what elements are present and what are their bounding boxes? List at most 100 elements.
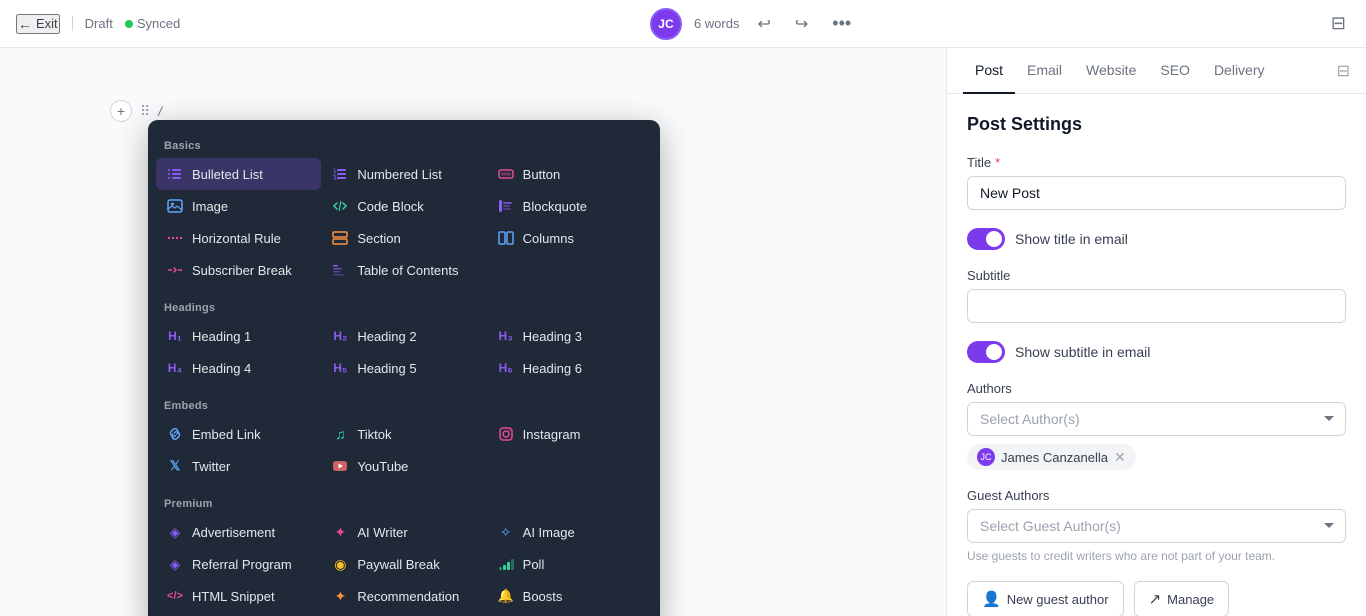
add-block-button[interactable]: + <box>110 100 132 122</box>
title-field-group: Title * <box>967 155 1346 210</box>
title-input[interactable] <box>967 176 1346 210</box>
embeds-grid: Embed Link ♫ Tiktok Instagram 𝕏 Twitter <box>148 418 660 482</box>
block-ai-image[interactable]: ✧ AI Image <box>487 516 652 548</box>
manage-icon: ↗ <box>1149 590 1162 608</box>
block-twitter[interactable]: 𝕏 Twitter <box>156 450 321 482</box>
redo-button[interactable]: ↪ <box>789 10 814 38</box>
h2-icon: H₂ <box>331 327 349 345</box>
tab-email[interactable]: Email <box>1015 48 1074 94</box>
editor-area[interactable]: + ⠿ / Basics Bulleted List 1.2.3. N <box>0 48 946 616</box>
heading-2-label: Heading 2 <box>357 329 416 344</box>
instagram-icon <box>497 425 515 443</box>
block-instagram[interactable]: Instagram <box>487 418 652 450</box>
referral-label: Referral Program <box>192 557 292 572</box>
synced-label: Synced <box>137 16 180 31</box>
block-heading-3[interactable]: H₃ Heading 3 <box>487 320 652 352</box>
recommendation-icon: ✦ <box>331 587 349 605</box>
block-ai-writer[interactable]: ✦ AI Writer <box>321 516 486 548</box>
paywall-label: Paywall Break <box>357 557 439 572</box>
block-heading-1[interactable]: H₁ Heading 1 <box>156 320 321 352</box>
tab-delivery[interactable]: Delivery <box>1202 48 1277 94</box>
drag-handle-icon[interactable]: ⠿ <box>140 103 150 120</box>
toc-label: Table of Contents <box>357 263 458 278</box>
block-boosts[interactable]: 🔔 Boosts <box>487 580 652 612</box>
panel-collapse-button[interactable]: ⊟ <box>1337 61 1350 81</box>
embed-link-icon <box>166 425 184 443</box>
manage-button[interactable]: ↗ Manage <box>1134 581 1230 616</box>
block-columns[interactable]: Columns <box>487 222 652 254</box>
authors-field-group: Authors Select Author(s) JC James Canzan… <box>967 381 1346 470</box>
more-button[interactable]: ••• <box>826 9 857 38</box>
subscriber-break-icon <box>166 261 184 279</box>
show-subtitle-toggle-row: Show subtitle in email <box>967 341 1346 363</box>
block-youtube[interactable]: YouTube <box>321 450 486 482</box>
block-section[interactable]: Section <box>321 222 486 254</box>
button-label: Button <box>523 167 561 182</box>
block-heading-2[interactable]: H₂ Heading 2 <box>321 320 486 352</box>
block-advertisement[interactable]: ◈ Advertisement <box>156 516 321 548</box>
block-paywall[interactable]: ◉ Paywall Break <box>321 548 486 580</box>
new-guest-author-button[interactable]: 👤 New guest author <box>967 581 1124 616</box>
topbar-right: ⊟ <box>1327 9 1350 38</box>
block-recommendation[interactable]: ✦ Recommendation <box>321 580 486 612</box>
block-poll[interactable]: Poll <box>487 548 652 580</box>
html-snippet-icon: </> <box>166 587 184 605</box>
block-referral[interactable]: ◈ Referral Program <box>156 548 321 580</box>
button-block-icon <box>497 165 515 183</box>
block-tiktok[interactable]: ♫ Tiktok <box>321 418 486 450</box>
block-numbered-list[interactable]: 1.2.3. Numbered List <box>321 158 486 190</box>
block-image[interactable]: Image <box>156 190 321 222</box>
html-snippet-label: HTML Snippet <box>192 589 275 604</box>
tiktok-icon: ♫ <box>331 425 349 443</box>
bulleted-list-icon <box>166 165 184 183</box>
new-guest-author-label: New guest author <box>1007 592 1109 607</box>
author-avatar: JC <box>977 448 995 466</box>
topbar-center: JC 6 words ↩ ↪ ••• <box>650 8 857 40</box>
poll-icon <box>497 555 515 573</box>
show-title-toggle[interactable] <box>967 228 1005 250</box>
exit-button[interactable]: ← Exit <box>16 14 60 34</box>
panel-tabs: Post Email Website SEO Delivery ⊟ <box>947 48 1366 94</box>
manage-label: Manage <box>1167 592 1214 607</box>
numbered-list-label: Numbered List <box>357 167 442 182</box>
guest-authors-field-group: Guest Authors Select Guest Author(s) Use… <box>967 488 1346 563</box>
block-embed-link[interactable]: Embed Link <box>156 418 321 450</box>
authors-select[interactable]: Select Author(s) <box>967 402 1346 436</box>
youtube-label: YouTube <box>357 459 408 474</box>
block-bulleted-list[interactable]: Bulleted List <box>156 158 321 190</box>
guest-authors-label: Guest Authors <box>967 488 1346 503</box>
twitter-label: Twitter <box>192 459 230 474</box>
block-code[interactable]: Code Block <box>321 190 486 222</box>
right-panel: Post Email Website SEO Delivery ⊟ Post S… <box>946 48 1366 616</box>
tab-post[interactable]: Post <box>963 48 1015 94</box>
block-heading-4[interactable]: H₄ Heading 4 <box>156 352 321 384</box>
embed-link-label: Embed Link <box>192 427 261 442</box>
premium-grid: ◈ Advertisement ✦ AI Writer ✧ AI Image ◈… <box>148 516 660 612</box>
block-heading-6[interactable]: H₆ Heading 6 <box>487 352 652 384</box>
block-toc[interactable]: Table of Contents <box>321 254 486 286</box>
add-person-icon: 👤 <box>982 590 1001 608</box>
block-subscriber-break[interactable]: Subscriber Break <box>156 254 321 286</box>
author-remove-button[interactable]: ✕ <box>1114 450 1126 464</box>
undo-button[interactable]: ↩ <box>751 10 776 38</box>
block-blockquote[interactable]: Blockquote <box>487 190 652 222</box>
action-buttons: 👤 New guest author ↗ Manage <box>967 581 1346 616</box>
collapse-panel-button[interactable]: ⊟ <box>1327 9 1350 38</box>
tab-website[interactable]: Website <box>1074 48 1148 94</box>
block-html-snippet[interactable]: </> HTML Snippet <box>156 580 321 612</box>
guest-authors-select[interactable]: Select Guest Author(s) <box>967 509 1346 543</box>
synced-dot-icon <box>125 20 133 28</box>
show-subtitle-toggle[interactable] <box>967 341 1005 363</box>
twitter-icon: 𝕏 <box>166 457 184 475</box>
panel-body: Post Settings Title * Show title in emai… <box>947 94 1366 616</box>
headings-grid: H₁ Heading 1 H₂ Heading 2 H₃ Heading 3 H… <box>148 320 660 384</box>
block-horizontal-rule[interactable]: Horizontal Rule <box>156 222 321 254</box>
h5-icon: H₅ <box>331 359 349 377</box>
block-type-dropdown[interactable]: Basics Bulleted List 1.2.3. Numbered Lis… <box>148 120 660 616</box>
tab-seo[interactable]: SEO <box>1148 48 1202 94</box>
guest-authors-help: Use guests to credit writers who are not… <box>967 549 1346 563</box>
block-heading-5[interactable]: H₅ Heading 5 <box>321 352 486 384</box>
block-button[interactable]: Button <box>487 158 652 190</box>
heading-6-label: Heading 6 <box>523 361 582 376</box>
subtitle-input[interactable] <box>967 289 1346 323</box>
